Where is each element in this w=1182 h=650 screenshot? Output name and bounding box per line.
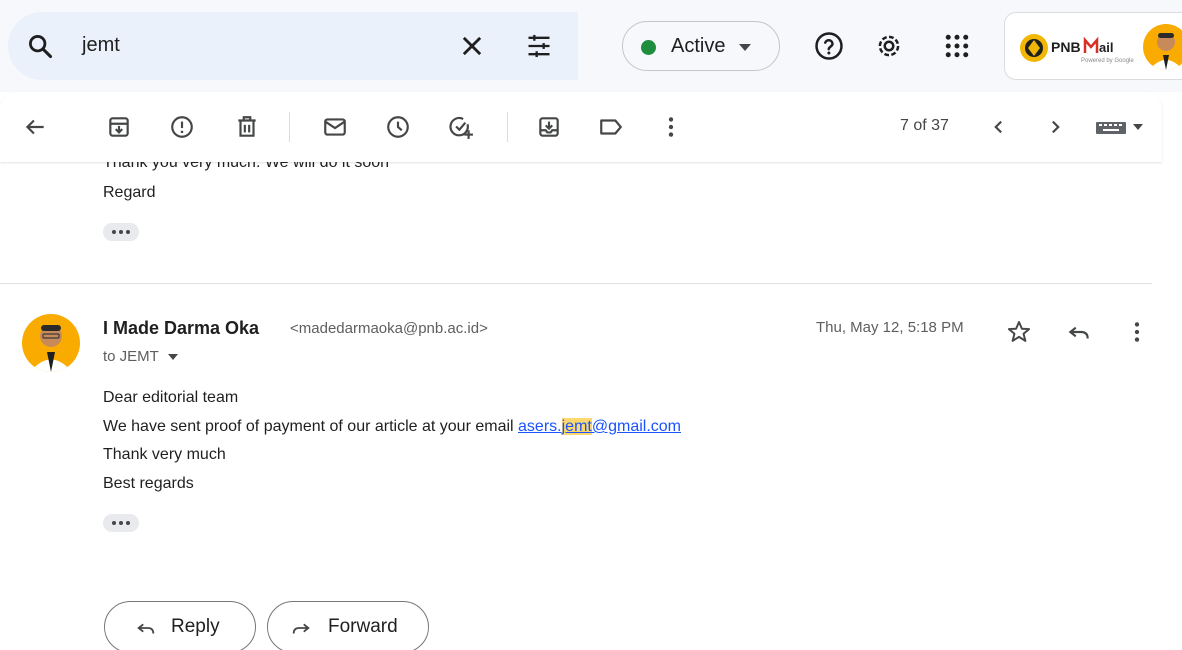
show-trimmed-button[interactable] bbox=[103, 223, 139, 241]
more-icon[interactable] bbox=[1124, 319, 1150, 345]
recipient-label: to JEMT bbox=[103, 348, 159, 365]
message-body-line: We have sent proof of payment of our art… bbox=[103, 418, 681, 436]
sender-name: I Made Darma Oka bbox=[103, 318, 260, 338]
message-divider bbox=[0, 283, 1152, 284]
forward-icon bbox=[292, 623, 310, 634]
toolbar-divider bbox=[289, 112, 290, 142]
pnb-mail-logo: PNB ail Powered by Google bbox=[1020, 34, 1134, 64]
help-icon[interactable] bbox=[814, 31, 844, 61]
settings-icon[interactable] bbox=[874, 31, 904, 61]
email-link-part: @gmail.com bbox=[591, 418, 681, 435]
move-to-icon[interactable] bbox=[536, 114, 562, 140]
close-icon[interactable] bbox=[458, 32, 486, 60]
search-input[interactable]: jemt bbox=[82, 34, 120, 57]
mark-unread-icon[interactable] bbox=[322, 114, 348, 140]
svg-text:Powered by Google: Powered by Google bbox=[1081, 58, 1134, 64]
snooze-icon[interactable] bbox=[385, 114, 411, 140]
message-greeting: Dear editorial team bbox=[103, 389, 239, 406]
archive-icon[interactable] bbox=[106, 114, 132, 140]
tune-icon[interactable] bbox=[525, 32, 553, 60]
forward-button[interactable]: Forward bbox=[267, 601, 429, 650]
status-label: Active bbox=[671, 35, 726, 57]
chevron-down-icon bbox=[739, 44, 751, 51]
reply-button-label: Reply bbox=[171, 616, 220, 637]
avatar[interactable] bbox=[22, 314, 80, 372]
delete-icon[interactable] bbox=[234, 114, 260, 140]
top-bar: jemt Active PNB ail Powered by Google bbox=[0, 0, 1182, 92]
label-icon[interactable] bbox=[598, 114, 624, 140]
account-switcher[interactable]: PNB ail Powered by Google bbox=[1004, 12, 1182, 80]
show-trimmed-button[interactable] bbox=[103, 514, 139, 532]
status-selector[interactable]: Active bbox=[622, 21, 780, 71]
search-bar[interactable]: jemt bbox=[8, 12, 578, 80]
pagination-label: 7 of 37 bbox=[900, 117, 949, 134]
back-icon[interactable] bbox=[22, 114, 48, 140]
svg-text:PNB: PNB bbox=[1051, 39, 1081, 55]
reply-icon bbox=[137, 623, 155, 634]
message-signoff: Best regards bbox=[103, 475, 194, 492]
conversation-view: Thank you very much. We will do it soon … bbox=[0, 162, 1162, 650]
message-body-line: Thank very much bbox=[103, 446, 226, 463]
svg-text:ail: ail bbox=[1099, 40, 1113, 55]
sender-email: <madedarmaoka@pnb.ac.id> bbox=[290, 320, 488, 337]
forward-button-label: Forward bbox=[328, 616, 398, 637]
recipient-details-toggle[interactable]: to JEMT bbox=[103, 348, 179, 365]
keyboard-icon[interactable] bbox=[1094, 114, 1146, 140]
reply-button[interactable]: Reply bbox=[104, 601, 256, 650]
search-icon[interactable] bbox=[26, 32, 54, 60]
reply-icon[interactable] bbox=[1066, 319, 1092, 345]
previous-message-line: Regard bbox=[103, 184, 156, 201]
next-icon[interactable] bbox=[1042, 114, 1068, 140]
previous-message-line: Thank you very much. We will do it soon bbox=[103, 162, 390, 171]
message-date: Thu, May 12, 5:18 PM bbox=[816, 319, 964, 336]
message-toolbar: 7 of 37 bbox=[0, 92, 1162, 162]
report-spam-icon[interactable] bbox=[169, 114, 195, 140]
search-highlight: jemt bbox=[561, 418, 592, 435]
star-icon[interactable] bbox=[1006, 319, 1032, 345]
message-body-text: We have sent proof of payment of our art… bbox=[103, 418, 519, 435]
email-link[interactable]: asers.jemt@gmail.com bbox=[518, 418, 681, 435]
apps-icon[interactable] bbox=[942, 31, 972, 61]
more-icon[interactable] bbox=[658, 114, 684, 140]
prev-icon[interactable] bbox=[986, 114, 1012, 140]
toolbar-divider bbox=[507, 112, 508, 142]
add-task-icon[interactable] bbox=[448, 114, 474, 140]
avatar[interactable] bbox=[1143, 24, 1182, 70]
chevron-down-icon bbox=[167, 354, 178, 360]
email-link-part: asers. bbox=[518, 418, 562, 435]
status-dot bbox=[641, 40, 656, 55]
